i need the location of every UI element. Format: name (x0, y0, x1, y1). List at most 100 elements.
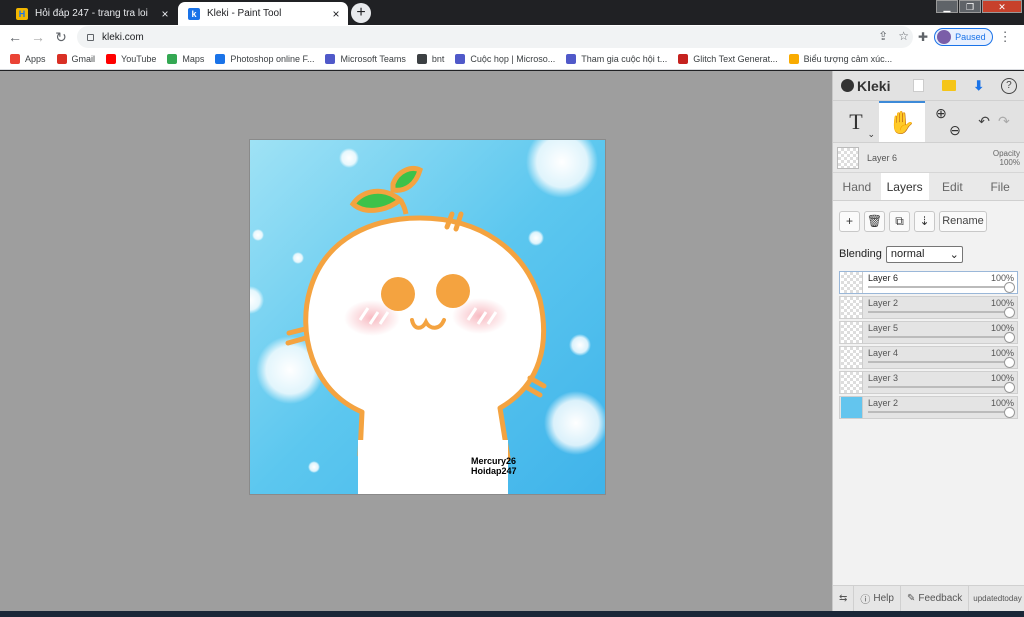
slider-handle[interactable] (1004, 407, 1015, 418)
bookmark-item[interactable]: bnt (416, 54, 445, 64)
layer-item[interactable]: Layer 2 100% (839, 296, 1018, 319)
lock-icon (87, 33, 94, 41)
browser-tab-strip: H Hỏi đáp 247 - trang tra loi × k Kleki … (0, 0, 1024, 25)
blending-select[interactable]: normal ⌄ (885, 245, 963, 263)
redo-icon[interactable]: ↷ (998, 113, 1010, 130)
bookmark-favicon-icon (167, 54, 178, 64)
bookmark-item[interactable]: Glitch Text Generat... (678, 54, 778, 64)
share-icon[interactable]: ⇪ (878, 29, 888, 43)
bookmark-item[interactable]: Microsoft Teams (325, 54, 406, 64)
save-image-button[interactable]: ⬇ (964, 71, 994, 101)
bokeh-circle (569, 334, 591, 356)
duplicate-layer-button[interactable]: ⧉ (889, 210, 910, 232)
eye-right (436, 274, 470, 308)
new-file-icon (912, 79, 924, 92)
tab-kleki[interactable]: k Kleki - Paint Tool × (178, 2, 348, 25)
current-layer-name: Layer 6 (867, 152, 898, 163)
bookmark-item[interactable]: Gmail (56, 54, 96, 64)
layer-thumbnail (841, 347, 863, 368)
slider-handle[interactable] (1004, 282, 1015, 293)
bookmark-item[interactable]: YouTube (106, 54, 156, 64)
drawing-canvas[interactable]: Mercury26 Hoidap247 (249, 139, 606, 495)
layer-name: Layer 6 (868, 273, 899, 283)
bookmark-item[interactable]: Tham gia cuộc hội t... (566, 54, 667, 64)
bookmark-label: YouTube (121, 54, 157, 64)
layer-opacity-slider[interactable] (868, 411, 1011, 413)
star-icon[interactable]: ☆ (898, 29, 909, 43)
layer-opacity-slider[interactable] (868, 361, 1011, 363)
new-image-button[interactable] (903, 71, 933, 101)
kleki-favicon-icon: k (188, 7, 200, 20)
profile-button[interactable]: Paused (934, 28, 993, 46)
rename-layer-button[interactable]: Rename (939, 210, 987, 232)
zoom-in-icon[interactable]: ⊕ (935, 105, 947, 122)
tab-hoidap[interactable]: H Hỏi đáp 247 - trang tra loi × (6, 2, 177, 25)
layer-opacity-slider[interactable] (868, 311, 1011, 313)
bookmark-label: Cuộc họp | Microso... (470, 54, 556, 64)
opacity-value: 100% (999, 157, 1020, 167)
text-tool-button[interactable]: T ⌄ (833, 101, 879, 142)
layer-name: Layer 2 (868, 298, 899, 308)
help-footer-button[interactable]: ⓘ Help (854, 585, 901, 612)
help-icon: ? (1000, 77, 1017, 94)
close-icon[interactable]: × (159, 7, 171, 21)
bookmark-item[interactable]: Apps (10, 54, 46, 64)
blending-label: Blending (839, 248, 882, 260)
back-button[interactable]: ← (6, 28, 24, 46)
bookmark-label: Microsoft Teams (340, 54, 406, 64)
open-image-button[interactable] (933, 71, 963, 101)
chevron-down-icon[interactable]: ⌄ (867, 129, 875, 140)
bookmark-item[interactable]: Biểu tượng cảm xúc... (788, 54, 892, 64)
menu-icon[interactable]: ⋮ (999, 29, 1012, 45)
layer-item[interactable]: Layer 5 100% (839, 321, 1018, 344)
slider-handle[interactable] (1004, 382, 1015, 393)
browser-toolbar: ← → ↻ kleki.com ⇪ ☆ ✚ Paused ⋮ (0, 25, 1024, 49)
close-icon[interactable]: × (330, 7, 342, 21)
reload-button[interactable]: ↻ (52, 28, 70, 46)
tab-layers[interactable]: Layers (880, 173, 929, 200)
layer-item[interactable]: Layer 3 100% (839, 371, 1018, 394)
delete-layer-button[interactable]: 🗑 (864, 210, 885, 232)
slider-handle[interactable] (1004, 307, 1015, 318)
bookmark-item[interactable]: Cuộc họp | Microso... (455, 54, 555, 64)
extensions-icon[interactable]: ✚ (918, 30, 928, 44)
layer-item[interactable]: Layer 4 100% (839, 346, 1018, 369)
restore-button[interactable]: ❐ (959, 0, 981, 13)
address-bar[interactable]: kleki.com ⇪ ☆ (77, 26, 913, 48)
sprout-leaf-left (349, 188, 404, 213)
new-tab-button[interactable]: + (351, 3, 371, 23)
layer-actions: + 🗑 ⧉ ⇣ Rename (833, 201, 1024, 241)
help-button[interactable]: ? (994, 71, 1024, 101)
layer-thumbnail (841, 322, 863, 343)
tab-file[interactable]: File (976, 173, 1024, 200)
layer-opacity-slider[interactable] (868, 286, 1011, 288)
bookmark-item[interactable]: Maps (167, 54, 204, 64)
url-text: kleki.com (102, 31, 144, 43)
hand-tool-button[interactable]: ✋ (879, 101, 925, 142)
layer-item[interactable]: Layer 2 100% (839, 396, 1018, 419)
zoom-out-icon[interactable]: ⊖ (949, 122, 961, 139)
tab-hand[interactable]: Hand (833, 173, 881, 200)
zoom-controls: ⊕ ⊖ (925, 101, 971, 142)
bookmark-item[interactable]: Photoshop online F... (215, 54, 314, 64)
layer-opacity-slider[interactable] (868, 386, 1011, 388)
minimize-button[interactable]: ▁ (936, 0, 958, 13)
bookmark-label: bnt (431, 54, 445, 64)
slider-handle[interactable] (1004, 332, 1015, 343)
swap-side-button[interactable]: ⇆ (833, 585, 855, 612)
slider-handle[interactable] (1004, 357, 1015, 368)
current-layer-row: Layer 6 Opacity 100% (833, 143, 1024, 173)
bookmark-label: Maps (182, 54, 205, 64)
canvas-workspace[interactable]: Mercury26 Hoidap247 (0, 71, 832, 611)
layer-opacity-slider[interactable] (868, 336, 1011, 338)
feedback-button[interactable]: ✎ Feedback (901, 585, 970, 612)
merge-layer-button[interactable]: ⇣ (914, 210, 935, 232)
forward-button[interactable]: → (29, 28, 47, 46)
bookmark-label: Gmail (71, 54, 96, 64)
add-layer-button[interactable]: + (839, 210, 860, 232)
layer-item[interactable]: Layer 6 100% (839, 271, 1018, 294)
kleki-logo: Kleki (841, 78, 903, 94)
undo-icon[interactable]: ↶ (978, 113, 990, 130)
window-close-button[interactable]: ✕ (982, 0, 1022, 13)
tab-edit[interactable]: Edit (929, 173, 977, 200)
